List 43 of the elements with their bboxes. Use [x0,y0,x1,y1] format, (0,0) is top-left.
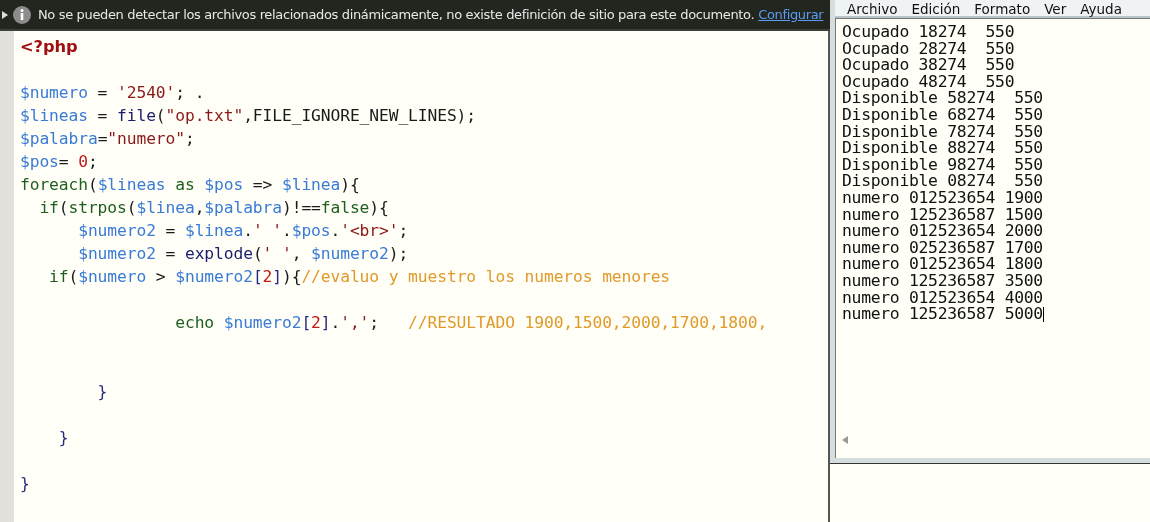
code-line: } [20,473,31,495]
code-line: $numero2 = explode(' ', $numero2); [77,243,410,265]
menu-item[interactable]: Ayuda [1080,2,1136,16]
text-line: Ocupado 18274 550 [842,24,1015,41]
code-line: $numero = '2540'; . [20,82,206,104]
text-line: numero 025236587 1700 [842,239,1043,257]
configure-link[interactable]: Configurar [758,7,824,22]
text-line: numero 125236587 3500 [842,272,1043,290]
menu-item[interactable]: Edición [911,2,975,16]
code-line: foreach($lineas as $pos => $linea){ [20,174,361,196]
text-line: Ocupado 28274 550 [842,40,1015,58]
code-line: if($numero > $numero2[2]){//evaluo y muestro los numeros menores [48,266,672,288]
scroll-left-arrow-icon[interactable] [842,436,848,444]
menu-item[interactable]: Ver [1044,2,1081,16]
code-line: } [57,427,70,449]
expand-arrow-icon[interactable] [2,10,8,19]
code-line: $pos= 0; [20,151,99,173]
menu-item[interactable]: Archivo [847,2,912,16]
text-line: numero 012523654 1900 [842,189,1043,207]
code-line: if(strpos($linea,$palabra)!==false){ [38,197,390,219]
code-line: $numero2 = $linea.' '.$pos.'<br>'; [77,220,410,242]
text-line: numero 012523654 4000 [842,289,1043,307]
text-line: numero 125236587 1500 [842,206,1043,224]
notification-message: No se pueden detectar los archivos relacionados dinámicamente, no existe definición de sitio para este documento. [38,7,755,22]
code-line: <?php [20,36,79,58]
code-line: } [96,381,109,403]
text-line: numero 012523654 1800 [842,256,1043,273]
text-line: Disponible 78274 550 [842,123,1043,141]
text-cursor [1043,307,1044,323]
text-line: numero 125236587 5000 [842,306,1043,323]
text-line: Ocupado 38274 550 [842,57,1015,74]
text-line: numero 012523654 2000 [842,223,1043,240]
code-line: $lineas = file("op.txt",FILE_IGNORE_NEW_LINES); [20,105,478,127]
info-icon [12,4,32,25]
code-line: echo $numero2[2].','; //RESULTADO 1900,1500,2000,1700,1800, [174,312,768,334]
text-line: Disponible 08274 550 [842,173,1043,190]
code-line: $palabra="numero"; [20,128,196,150]
text-line: Ocupado 48274 550 [842,73,1015,91]
text-line: Disponible 88274 550 [842,140,1043,157]
text-line: Disponible 58274 550 [842,90,1043,107]
text-line: Disponible 68274 550 [842,106,1043,124]
text-line: Disponible 98274 550 [842,156,1043,174]
menu-item[interactable]: Formato [974,2,1045,16]
